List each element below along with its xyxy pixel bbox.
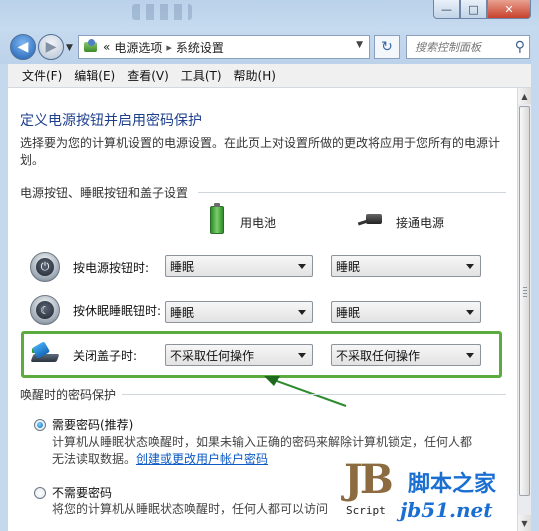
section-buttons-title: 电源按钮、睡眠按钮和盖子设置 (20, 186, 189, 200)
refresh-button[interactable]: ↻ (374, 35, 400, 59)
row-close-lid-label: 关闭盖子时: (73, 348, 138, 363)
chevron-down-icon (298, 353, 306, 358)
menu-tools[interactable]: 工具(T) (175, 67, 228, 84)
breadcrumb-power-options[interactable]: 电源选项 (114, 39, 162, 56)
row-close-lid: ↙ 关闭盖子时: (30, 341, 165, 369)
laptop-lid-icon: ↙ (30, 342, 60, 368)
address-row: ◀ ▶ ▼ « 电源选项 ▸ 系统设置 ▼ ↻ ⚲ (0, 30, 539, 64)
address-dropdown-icon[interactable]: ▼ (356, 40, 363, 50)
address-overflow[interactable]: « (103, 40, 110, 54)
chevron-down-icon (466, 264, 474, 269)
select-value: 不采取任何操作 (336, 348, 421, 363)
require-password-desc-line1: 计算机从睡眠状态唤醒时，如果未输入正确的密码来解除计算机锁定，任何人都 (52, 435, 473, 449)
breadcrumb-system-settings[interactable]: 系统设置 (176, 39, 224, 56)
watermark-site-name: 脚本之家 (408, 472, 497, 497)
row-power-button-label: 按电源按钮时: (73, 260, 150, 275)
watermark-script-label: Script (344, 504, 388, 517)
require-password-desc-line2-text: 无法读取数据。 (52, 452, 137, 466)
breadcrumb-separator-icon[interactable]: ▸ (166, 41, 172, 54)
select-value: 睡眠 (170, 305, 195, 320)
column-battery: 用电池 (240, 216, 277, 230)
back-button[interactable]: ◀ (10, 34, 36, 60)
section-password-header: 唤醒时的密码保护 (20, 386, 506, 403)
no-password-label[interactable]: 不需要密码 (52, 484, 112, 501)
close-button[interactable]: ✕ (487, 0, 531, 19)
refresh-icon: ↻ (381, 39, 393, 55)
section-divider (122, 394, 506, 395)
watermark: JB Script 脚本之家 jb51.net (344, 456, 534, 526)
battery-icon (210, 203, 224, 234)
address-bar[interactable]: « 电源选项 ▸ 系统设置 ▼ (78, 35, 370, 59)
select-value: 不采取任何操作 (170, 348, 255, 363)
power-plug-icon (358, 212, 384, 226)
no-password-radio[interactable] (34, 487, 46, 499)
scrollbar-thumb[interactable] (519, 106, 530, 496)
window-left-frame (0, 64, 8, 531)
select-value: 睡眠 (336, 259, 361, 274)
select-value: 睡眠 (170, 259, 195, 274)
sleep-button-icon: ☾ (30, 295, 60, 325)
watermark-url: jb51.net (400, 498, 493, 522)
row-power-button: ⏻ 按电源按钮时: (30, 252, 165, 282)
chevron-down-icon (466, 310, 474, 315)
minimize-button[interactable]: — (433, 0, 460, 19)
page-description: 选择要为您的计算机设置的电源设置。在此页上对设置所做的更改将应用于您所有的电源计… (20, 136, 501, 167)
row-sleep-button-label: 按休眠睡眠钮时: (73, 303, 162, 318)
search-box[interactable]: ⚲ (406, 35, 530, 59)
menu-file[interactable]: 文件(F) (16, 67, 68, 84)
sleep-button-plugged-select[interactable]: 睡眠 (331, 301, 481, 323)
section-divider (198, 192, 506, 193)
column-plugged-in: 接通电源 (396, 216, 445, 230)
control-panel-icon (83, 39, 99, 55)
require-password-radio[interactable] (34, 419, 46, 431)
chevron-down-icon (298, 310, 306, 315)
menu-edit[interactable]: 编辑(E) (68, 67, 121, 84)
close-lid-battery-select[interactable]: 不采取任何操作 (165, 344, 313, 366)
section-password-title: 唤醒时的密码保护 (20, 388, 117, 402)
page-title: 定义电源按钮并启用密码保护 (20, 113, 202, 129)
power-button-battery-select[interactable]: 睡眠 (165, 255, 313, 277)
change-password-link[interactable]: 创建或更改用户帐户密码 (136, 452, 268, 466)
chevron-down-icon (466, 353, 474, 358)
menu-view[interactable]: 查看(V) (121, 67, 175, 84)
chevron-down-icon (298, 264, 306, 269)
scroll-up-icon[interactable]: ▲ (518, 88, 531, 104)
search-icon[interactable]: ⚲ (515, 39, 525, 55)
maximize-button[interactable]: □ (460, 0, 487, 19)
section-buttons-header: 电源按钮、睡眠按钮和盖子设置 (20, 184, 506, 201)
recent-pages-dropdown[interactable]: ▼ (66, 43, 73, 53)
power-button-plugged-select[interactable]: 睡眠 (331, 255, 481, 277)
window-title-bar: — □ ✕ (0, 0, 539, 30)
menu-bar: 文件(F) 编辑(E) 查看(V) 工具(T) 帮助(H) (8, 64, 531, 88)
arrow-right-icon: ▶ (45, 39, 57, 55)
watermark-logo: JB (344, 456, 394, 503)
sleep-button-battery-select[interactable]: 睡眠 (165, 301, 313, 323)
power-button-icon: ⏻ (30, 252, 60, 282)
menu-help[interactable]: 帮助(H) (228, 67, 282, 84)
window-controls: — □ ✕ (433, 0, 531, 19)
arrow-left-icon: ◀ (17, 39, 29, 55)
title-ghost-decoration (132, 4, 192, 20)
search-input[interactable] (415, 40, 509, 54)
select-value: 睡眠 (336, 305, 361, 320)
no-password-description: 将您的计算机从睡眠状态唤醒时，任何人都可以访问 (52, 502, 329, 516)
close-lid-plugged-select[interactable]: 不采取任何操作 (331, 344, 481, 366)
require-password-label[interactable]: 需要密码(推荐) (52, 416, 133, 433)
row-sleep-button: ☾ 按休眠睡眠钮时: (30, 295, 165, 325)
forward-button[interactable]: ▶ (38, 34, 64, 60)
